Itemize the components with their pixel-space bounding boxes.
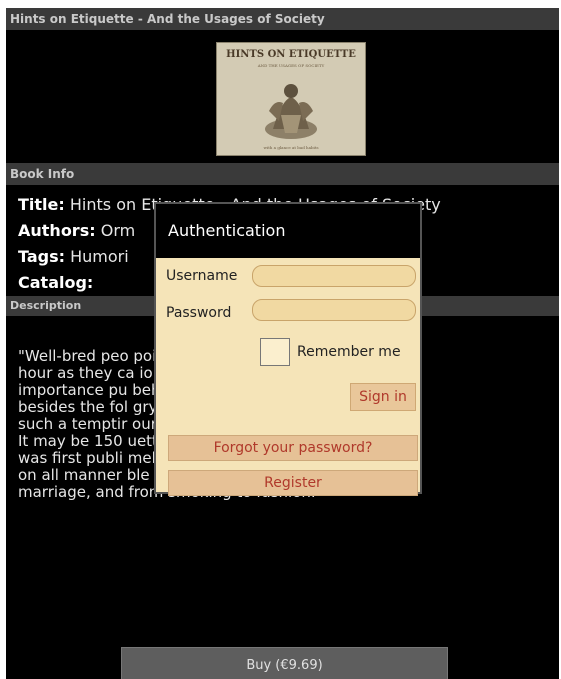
- buy-button[interactable]: Buy (€9.69): [121, 647, 448, 679]
- sign-in-button[interactable]: Sign in: [350, 383, 416, 411]
- authors-value[interactable]: Orm: [101, 221, 135, 240]
- app-screen: Hints on Etiquette - And the Usages of S…: [6, 8, 559, 679]
- cover-subtitle: AND THE USAGES OF SOCIETY: [257, 63, 325, 68]
- cover-illustration: [265, 84, 317, 139]
- password-field[interactable]: [252, 299, 416, 321]
- tags-value[interactable]: Humori: [70, 247, 129, 266]
- dialog-title: Authentication: [156, 204, 420, 258]
- book-header-title: Hints on Etiquette - And the Usages of S…: [10, 12, 325, 26]
- authentication-dialog: Authentication Username Password Remembe…: [154, 202, 422, 496]
- cover-title: HINTS ON ETIQUETTE: [226, 49, 356, 60]
- book-info-section-header: Book Info: [6, 163, 559, 185]
- authors-label: Authors:: [18, 221, 96, 240]
- header-bar: Hints on Etiquette - And the Usages of S…: [6, 8, 559, 30]
- book-cover-image[interactable]: HINTS ON ETIQUETTE AND THE USAGES OF SOC…: [216, 42, 366, 156]
- forgot-password-button[interactable]: Forgot your password?: [168, 435, 418, 461]
- remember-me-label[interactable]: Remember me: [297, 344, 401, 360]
- info-catalog-row: Catalog:: [18, 273, 93, 292]
- info-authors-row: Authors: Orm: [18, 221, 135, 240]
- tags-label: Tags:: [18, 247, 66, 266]
- username-label: Username: [166, 268, 238, 284]
- catalog-label: Catalog:: [18, 273, 94, 292]
- password-label: Password: [166, 305, 232, 321]
- description-label: Description: [10, 299, 82, 312]
- title-label: Title:: [18, 195, 65, 214]
- cover-footer: with a glance at bad habits: [263, 145, 319, 150]
- remember-me-checkbox[interactable]: [260, 338, 290, 366]
- info-tags-row: Tags: Humori: [18, 247, 129, 266]
- username-field[interactable]: [252, 265, 416, 287]
- book-info-label: Book Info: [10, 167, 75, 181]
- register-button[interactable]: Register: [168, 470, 418, 496]
